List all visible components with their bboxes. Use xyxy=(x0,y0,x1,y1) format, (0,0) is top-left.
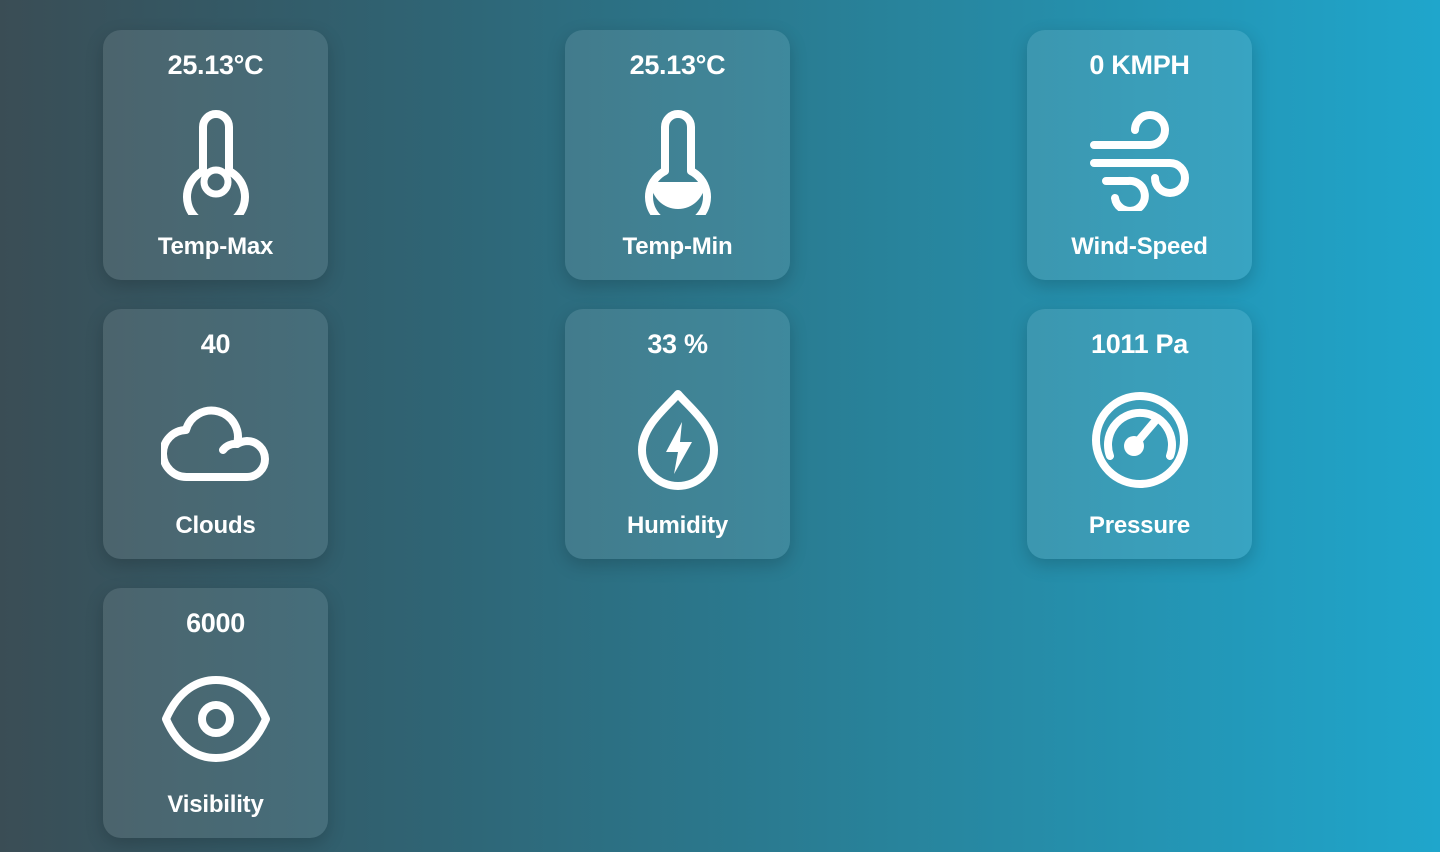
temp-max-label: Temp-Max xyxy=(157,233,274,260)
weather-details-grid: 25.13°C Temp-Max 25.13°C Temp-Min 0 KMPH xyxy=(103,30,1252,838)
wind-speed-label: Wind-Speed xyxy=(1071,233,1208,260)
eye-icon xyxy=(156,660,276,778)
humidity-value: 33 % xyxy=(647,329,708,359)
temp-max-card: 25.13°C Temp-Max xyxy=(103,30,328,280)
wind-speed-value: 0 KMPH xyxy=(1089,50,1190,80)
thermometer-high-icon xyxy=(156,102,276,220)
cloud-icon xyxy=(156,381,276,499)
pressure-card: 1011 Pa Pressure xyxy=(1027,309,1252,559)
temp-min-label: Temp-Min xyxy=(622,233,733,260)
thermometer-low-icon xyxy=(618,102,738,220)
visibility-label: Visibility xyxy=(167,791,264,818)
temp-min-card: 25.13°C Temp-Min xyxy=(565,30,790,280)
gauge-icon xyxy=(1080,381,1200,499)
clouds-label: Clouds xyxy=(175,512,256,539)
clouds-value: 40 xyxy=(200,329,231,359)
droplet-bolt-icon xyxy=(618,381,738,499)
wind-speed-card: 0 KMPH Wind-Speed xyxy=(1027,30,1252,280)
pressure-value: 1011 Pa xyxy=(1090,329,1188,359)
pressure-label: Pressure xyxy=(1088,512,1191,539)
visibility-card: 6000 Visibility xyxy=(103,588,328,838)
humidity-card: 33 % Humidity xyxy=(565,309,790,559)
humidity-label: Humidity xyxy=(626,512,729,539)
clouds-card: 40 Clouds xyxy=(103,309,328,559)
visibility-value: 6000 xyxy=(186,608,245,638)
temp-max-value: 25.13°C xyxy=(167,50,264,80)
wind-icon xyxy=(1080,102,1200,220)
temp-min-value: 25.13°C xyxy=(629,50,726,80)
